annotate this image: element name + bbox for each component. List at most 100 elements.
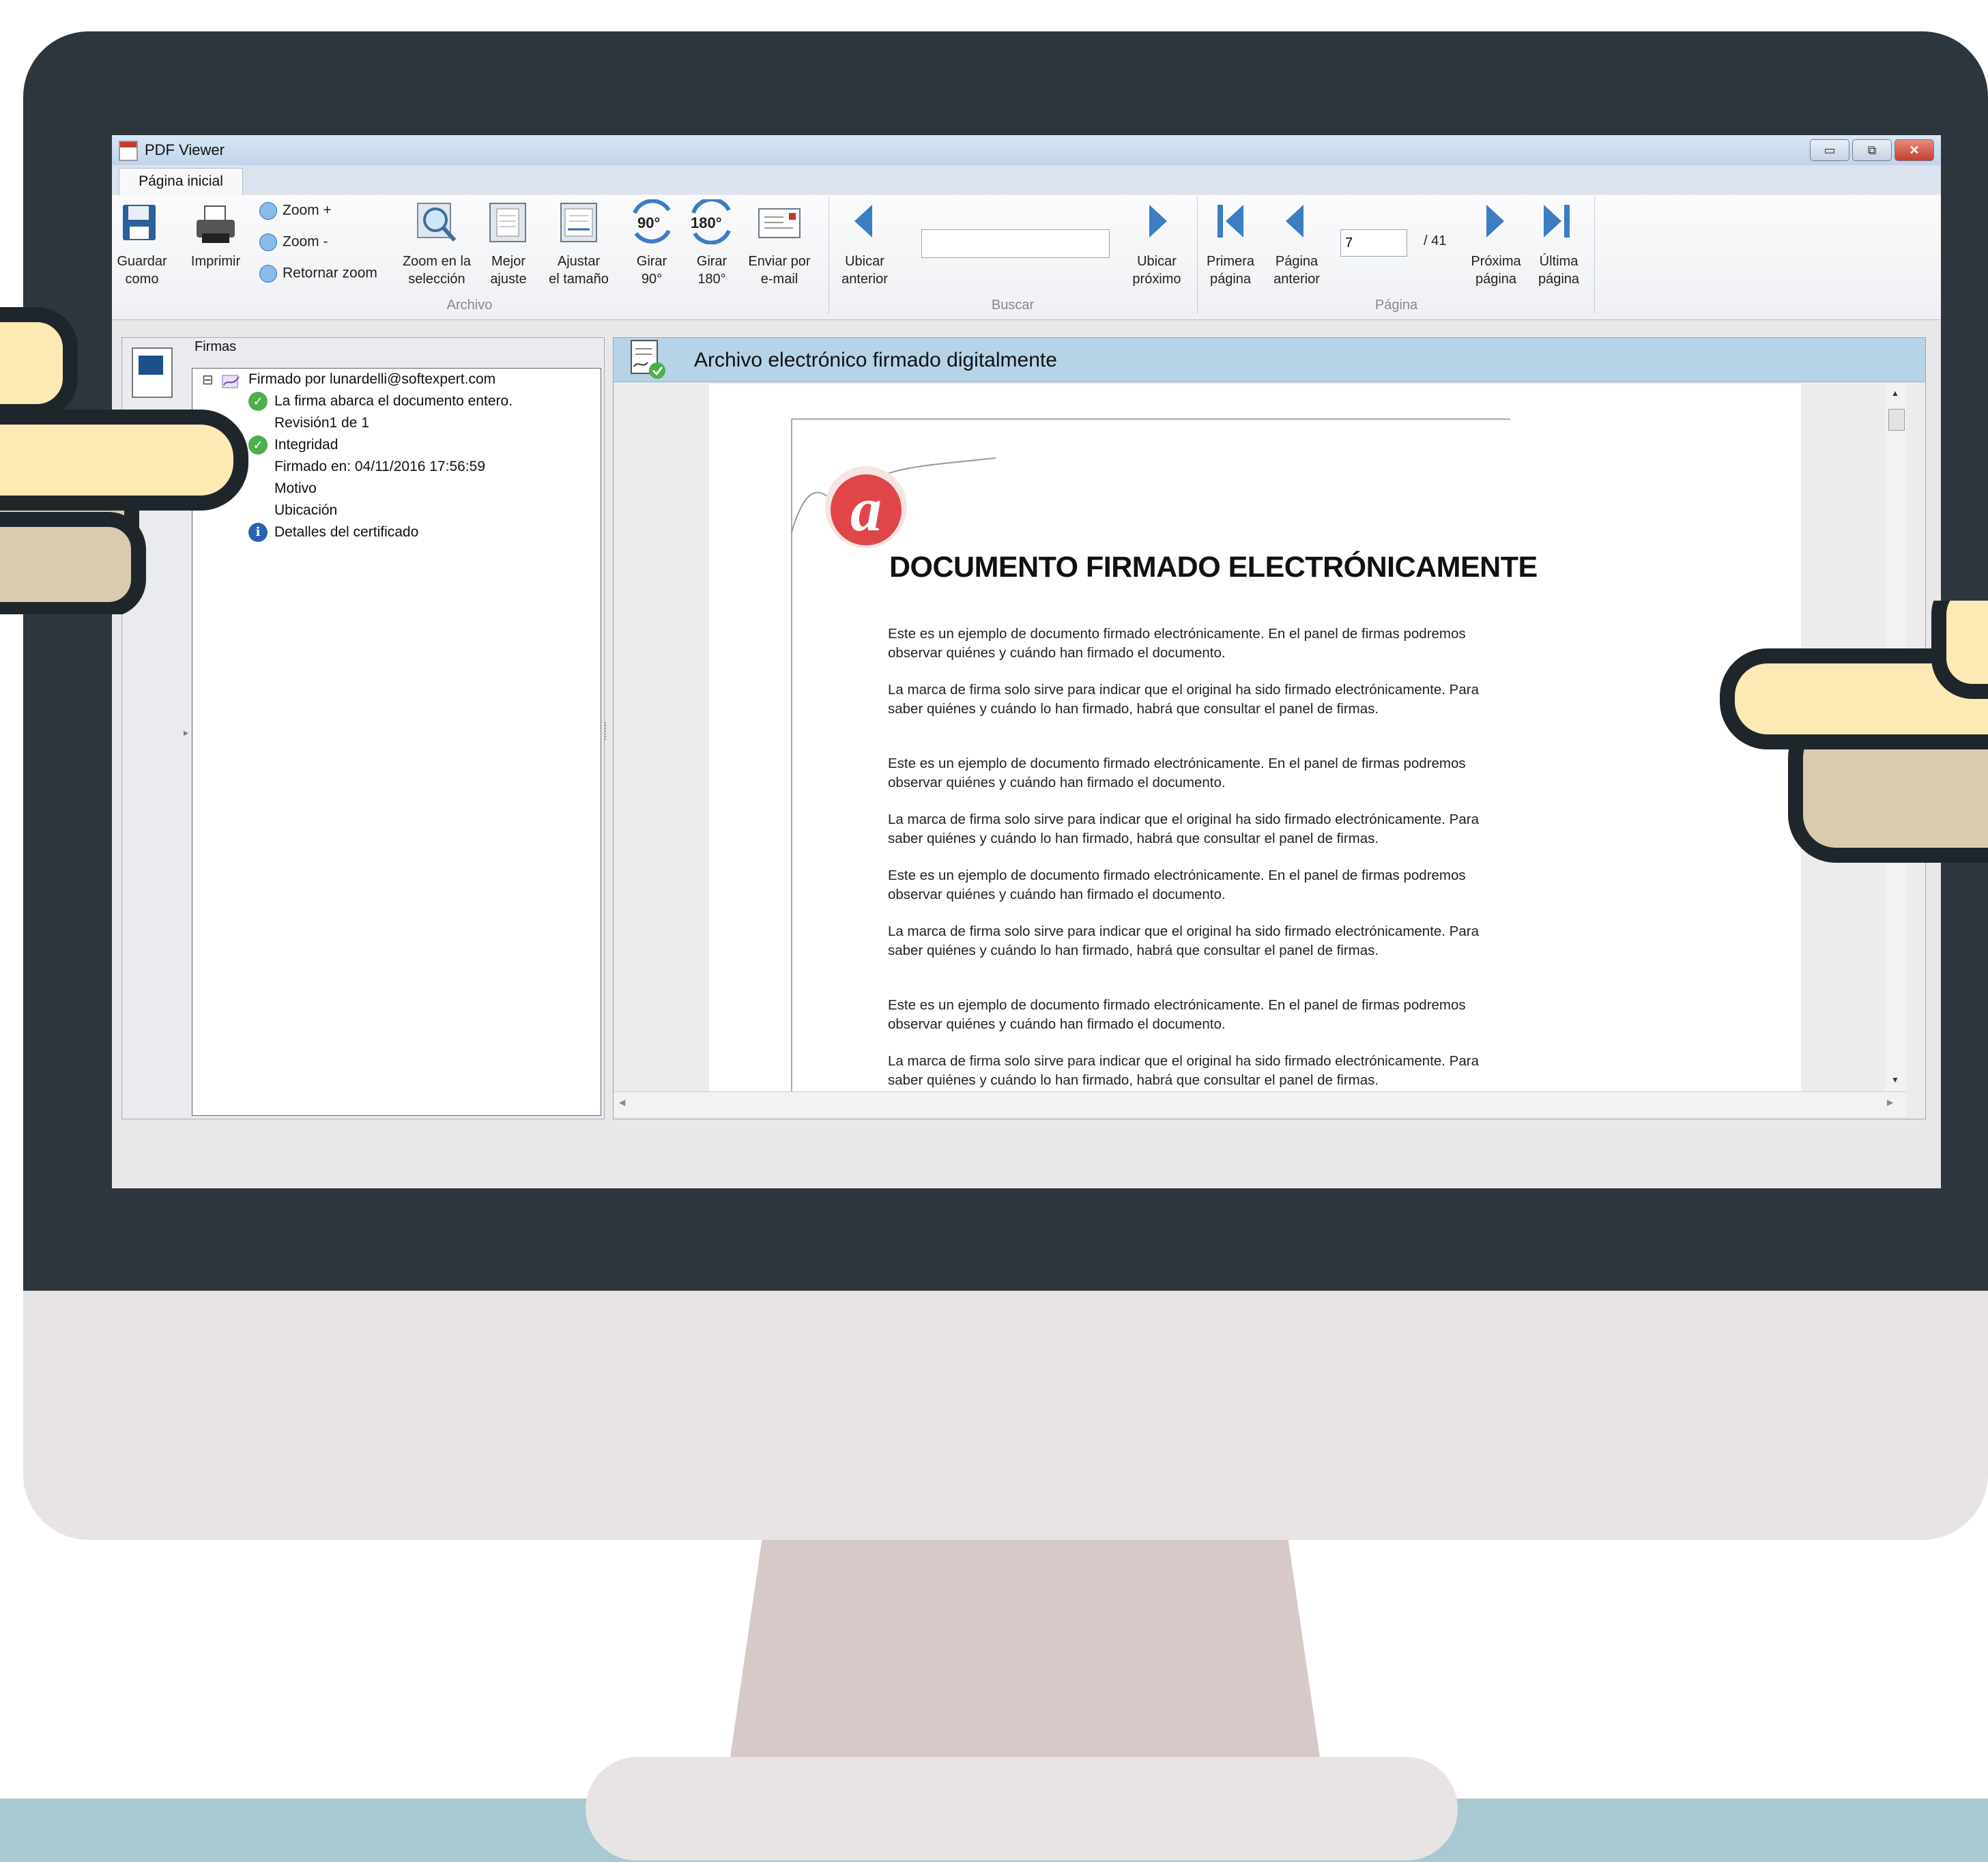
find-previous-label: Ubicar anterior — [841, 254, 888, 287]
rotate-180-button[interactable]: 180° — [687, 199, 736, 244]
zoom-in-label: Zoom + — [283, 202, 332, 218]
scroll-left-icon[interactable]: ◀ — [619, 1098, 625, 1107]
ribbon-separator — [1594, 197, 1595, 314]
viewer-header: Archivo electrónico firmado digitalmente — [614, 338, 1925, 382]
group-pagina-label: Página — [1374, 298, 1418, 313]
signer-label[interactable]: Firmado por lunardelli@softexpert.com — [248, 371, 495, 388]
save-label: Guardar como — [117, 254, 167, 287]
page-rule — [791, 418, 1510, 420]
zoom-reset-button[interactable]: Retornar zoom — [259, 265, 377, 283]
magnifier-icon — [417, 203, 457, 242]
print-label: Imprimir — [190, 254, 241, 269]
find-next-button[interactable] — [1149, 205, 1167, 238]
document-paragraph: La marca de firma solo sirve para indica… — [888, 682, 1479, 717]
document-paragraph: Este es un ejemplo de documento firmado … — [888, 868, 1466, 902]
fit-width-icon — [560, 203, 597, 242]
document-paragraph: Este es un ejemplo de documento firmado … — [888, 756, 1466, 790]
printer-icon — [197, 205, 235, 243]
hand-knuckle — [0, 512, 146, 614]
panel-splitter[interactable] — [605, 722, 611, 740]
rotate-180-icon-text: 180° — [691, 214, 722, 231]
scroll-down-icon[interactable]: ▼ — [1891, 1075, 1899, 1085]
document-heading: DOCUMENTO FIRMADO ELECTRÓNICAMENTE — [889, 551, 1538, 584]
tree-item-reason[interactable]: Motivo — [274, 481, 317, 497]
left-pointing-hand — [0, 287, 259, 614]
find-next-label: Ubicar próximo — [1132, 254, 1181, 287]
find-previous-button[interactable] — [854, 205, 872, 238]
best-fit-label: Mejor ajuste — [490, 254, 527, 287]
prev-page-label: Página anterior — [1273, 254, 1320, 287]
monitor-stand — [726, 1539, 1324, 1785]
total-pages: / 41 — [1424, 233, 1447, 248]
search-input[interactable] — [921, 229, 1110, 258]
rotate-90-icon-text: 90° — [637, 214, 660, 231]
rotate-180-icon: 180° — [691, 199, 731, 244]
zoom-out-label: Zoom - — [283, 233, 328, 250]
restore-button[interactable]: ⧉ — [1852, 139, 1892, 161]
tree-item-coverage[interactable]: La firma abarca el documento entero. — [274, 393, 513, 410]
zoom-out-button[interactable]: Zoom - — [259, 233, 328, 251]
minimize-button[interactable]: ▭ — [1810, 139, 1849, 161]
zoom-out-icon — [259, 233, 277, 251]
tree-item-revision[interactable]: Revisión1 de 1 — [274, 415, 369, 431]
pdf-viewer-window: PDF Viewer ▭ ⧉ ✕ Página inicial Guardar … — [112, 135, 1941, 1188]
prev-page-button[interactable] — [1286, 205, 1303, 238]
panel-collapse-handle[interactable]: ▸ — [184, 727, 188, 739]
arrow-left-icon — [854, 205, 872, 238]
prev-page-arrow-icon — [1286, 205, 1303, 238]
monitor-foot — [586, 1757, 1458, 1861]
pdf-page[interactable]: a DOCUMENTO FIRMADO ELECTRÓNICAMENTE Est… — [709, 384, 1801, 1091]
last-page-arrow-icon — [1544, 205, 1561, 238]
fit-size-label: Ajustar el tamaño — [549, 254, 609, 287]
app-icon — [119, 141, 138, 161]
page-number-input[interactable] — [1340, 229, 1407, 257]
tab-pagina-inicial[interactable]: Página inicial — [119, 168, 243, 196]
last-page-button[interactable] — [1544, 205, 1574, 238]
save-icon — [123, 205, 156, 240]
document-paragraph: La marca de firma solo sirve para indica… — [888, 1053, 1479, 1088]
zoom-in-button[interactable]: Zoom + — [259, 202, 332, 220]
last-page-bar-icon — [1564, 205, 1570, 238]
first-page-arrow-icon — [1226, 205, 1243, 238]
zoom-reset-icon — [259, 265, 277, 283]
scroll-up-icon[interactable]: ▲ — [1891, 388, 1899, 398]
ribbon-separator — [1197, 197, 1198, 314]
signed-document-icon — [631, 340, 665, 379]
group-buscar-label: Buscar — [991, 298, 1035, 313]
zoom-in-icon — [259, 202, 277, 220]
next-page-button[interactable] — [1486, 205, 1504, 238]
rotate-90-button[interactable]: 90° — [628, 199, 676, 244]
tree-item-location[interactable]: Ubicación — [274, 502, 337, 519]
document-logo: a — [791, 457, 996, 548]
horizontal-scrollbar[interactable]: ◀ ▶ — [614, 1091, 1906, 1117]
print-button[interactable] — [194, 203, 237, 246]
page-fit-icon — [489, 203, 526, 242]
document-paragraph: Este es un ejemplo de documento firmado … — [888, 997, 1466, 1032]
email-icon — [758, 208, 801, 238]
fit-size-button[interactable] — [558, 201, 599, 244]
save-button[interactable] — [121, 203, 162, 244]
scrollbar-thumb[interactable] — [1888, 409, 1905, 431]
viewer-title: Archivo electrónico firmado digitalmente — [694, 349, 1057, 371]
email-label: Enviar por e-mail — [748, 254, 811, 287]
tree-item-signed-at[interactable]: Firmado en: 04/11/2016 17:56:59 — [274, 459, 485, 475]
first-page-label: Primera página — [1206, 254, 1254, 287]
first-page-bar-icon — [1218, 205, 1223, 238]
scroll-right-icon[interactable]: ▶ — [1887, 1098, 1893, 1107]
document-paragraph: Este es un ejemplo de documento firmado … — [888, 626, 1466, 661]
email-button[interactable] — [756, 205, 803, 243]
close-button[interactable]: ✕ — [1895, 139, 1934, 161]
next-page-arrow-icon — [1486, 205, 1504, 238]
document-paragraph: La marca de firma solo sirve para indica… — [888, 923, 1479, 958]
rotate-90-icon: 90° — [633, 199, 671, 244]
tree-item-integrity[interactable]: Integridad — [274, 437, 338, 453]
rotate-180-label: Girar 180° — [696, 254, 728, 287]
tree-item-certificate-details[interactable]: Detalles del certificado — [274, 524, 418, 541]
ribbon: Guardar como Imprimir Zoom + Zoom - Reto… — [112, 195, 1941, 320]
best-fit-button[interactable] — [487, 201, 528, 244]
first-page-button[interactable] — [1218, 205, 1248, 238]
zoom-reset-label: Retornar zoom — [283, 265, 377, 281]
right-pointing-hand — [1720, 601, 1988, 887]
last-page-label: Última página — [1538, 254, 1580, 287]
zoom-selection-button[interactable] — [415, 201, 459, 244]
